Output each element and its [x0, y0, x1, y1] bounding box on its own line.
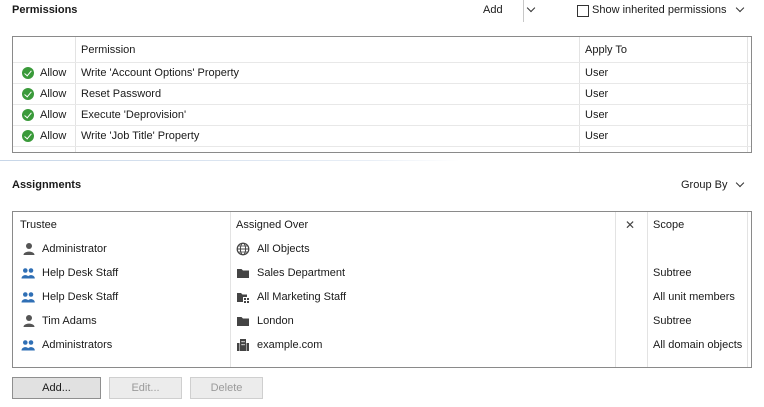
- assignment-scope: Subtree: [653, 267, 692, 279]
- assignment-row[interactable]: Help Desk Staff Sales Department Subtree: [13, 262, 751, 286]
- permission-row[interactable]: Allow Write 'Job Title' Property User: [13, 126, 751, 147]
- assignments-table: Trustee Assigned Over ✕ Scope Administra…: [12, 211, 752, 368]
- assignment-row[interactable]: Help Desk Staff All Marketing Staff All …: [13, 286, 751, 310]
- delete-assignment-button[interactable]: Delete: [190, 377, 263, 399]
- permission-apply-to: User: [585, 88, 609, 100]
- add-permission-button[interactable]: Add: [483, 4, 503, 16]
- permission-status: Allow: [40, 88, 67, 100]
- permissions-header: Permissions Add Show inherited permissio…: [0, 0, 764, 24]
- permission-apply-to: User: [585, 67, 609, 79]
- permission-name: Write 'Account Options' Property: [81, 67, 240, 79]
- permission-status: Allow: [40, 67, 67, 79]
- assignment-row[interactable]: Administrators example.com All domain ob…: [13, 334, 751, 358]
- folder-icon: [237, 269, 249, 278]
- permission-status: Allow: [40, 130, 67, 142]
- column-header-assigned-over[interactable]: Assigned Over: [236, 219, 308, 231]
- folder-icon: [237, 317, 249, 326]
- trustee-name: Help Desk Staff: [42, 267, 119, 279]
- section-divider: [0, 160, 460, 161]
- show-inherited-checkbox[interactable]: [577, 5, 589, 17]
- group-icon: [21, 292, 35, 303]
- add-dropdown-chevron-icon[interactable]: [526, 3, 537, 15]
- row-divider: [13, 146, 751, 147]
- permission-apply-to: User: [585, 130, 609, 142]
- permission-name: Reset Password: [81, 88, 162, 100]
- allow-check-icon: [22, 67, 34, 79]
- assignments-header: Assignments Group By: [0, 175, 764, 199]
- group-by-button[interactable]: Group By: [681, 179, 727, 191]
- assigned-over-name: example.com: [257, 339, 323, 351]
- permissions-options-chevron-icon[interactable]: [735, 3, 746, 15]
- permissions-title: Permissions: [12, 4, 78, 16]
- show-inherited-label[interactable]: Show inherited permissions: [592, 4, 727, 16]
- split-button-separator: [523, 0, 524, 22]
- trustee-name: Administrators: [42, 339, 113, 351]
- allow-check-icon: [22, 130, 34, 142]
- assignment-scope: Subtree: [653, 315, 692, 327]
- trustee-name: Tim Adams: [42, 315, 97, 327]
- assignment-scope: All unit members: [653, 291, 735, 303]
- group-icon: [21, 340, 35, 351]
- trustee-name: Help Desk Staff: [42, 291, 119, 303]
- assigned-over-name: London: [257, 315, 294, 327]
- permission-row[interactable]: Allow Execute 'Deprovision' User: [13, 105, 751, 126]
- column-header-permission[interactable]: Permission: [81, 44, 135, 56]
- permission-row[interactable]: Allow Write 'Account Options' Property U…: [13, 63, 751, 84]
- permission-status: Allow: [40, 109, 67, 121]
- permission-name: Execute 'Deprovision': [81, 109, 187, 121]
- add-assignment-button[interactable]: Add...: [12, 377, 101, 399]
- assigned-over-name: All Objects: [257, 243, 310, 255]
- assignment-scope: All domain objects: [653, 339, 743, 351]
- user-icon: [23, 315, 35, 327]
- column-header-apply-to[interactable]: Apply To: [585, 44, 627, 56]
- domain-icon: [237, 339, 249, 351]
- column-header-trustee[interactable]: Trustee: [20, 219, 57, 231]
- group-by-chevron-icon[interactable]: [735, 178, 746, 190]
- column-header-scope[interactable]: Scope: [653, 219, 684, 231]
- edit-assignment-button[interactable]: Edit...: [109, 377, 182, 399]
- assignment-row[interactable]: Administrator All Objects: [13, 238, 751, 262]
- assigned-over-name: Sales Department: [257, 267, 346, 279]
- assigned-over-name: All Marketing Staff: [257, 291, 347, 303]
- allow-check-icon: [22, 88, 34, 100]
- clear-filter-close-icon[interactable]: ✕: [625, 218, 635, 232]
- permission-name: Write 'Job Title' Property: [81, 130, 200, 142]
- permissions-table: Permission Apply To Allow Write 'Account…: [12, 36, 752, 153]
- group-icon: [21, 268, 35, 279]
- allow-check-icon: [22, 109, 34, 121]
- trustee-name: Administrator: [42, 243, 107, 255]
- assignments-title: Assignments: [12, 179, 82, 191]
- assignment-row[interactable]: Tim Adams London Subtree: [13, 310, 751, 334]
- business-unit-icon: [237, 293, 249, 303]
- user-icon: [23, 243, 35, 255]
- permission-row[interactable]: Allow Reset Password User: [13, 84, 751, 105]
- globe-icon: [236, 242, 250, 256]
- permission-apply-to: User: [585, 109, 609, 121]
